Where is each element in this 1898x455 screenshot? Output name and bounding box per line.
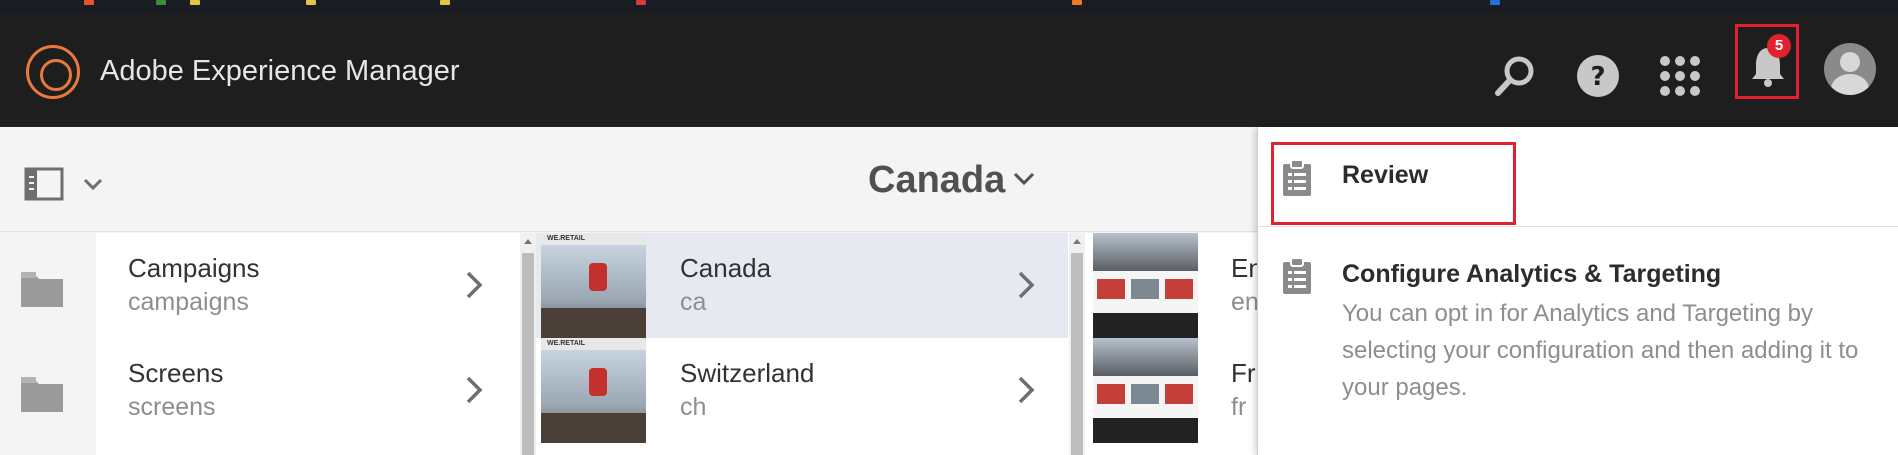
thumbnail-brand: WE.RETAIL [547, 340, 585, 347]
clipboard-icon [1283, 257, 1311, 294]
bookmark-favicon[interactable] [306, 0, 316, 5]
item-name: en [1231, 288, 1259, 316]
folder-icon [21, 377, 63, 412]
aem-logo-icon[interactable] [26, 45, 80, 99]
list-item-selected[interactable]: WE.RETAIL Canada ca [536, 233, 1068, 338]
notification-count-badge: 5 [1767, 34, 1791, 58]
shell-header: Adobe Experience Manager ? 5 [0, 13, 1898, 127]
column-scrollbar[interactable] [520, 233, 536, 455]
bookmark-favicon[interactable] [1072, 0, 1082, 5]
item-name: ca [680, 288, 707, 316]
bookmark-favicon[interactable] [190, 0, 200, 5]
clipboard-icon [1283, 159, 1311, 196]
svg-text:?: ? [1590, 62, 1605, 92]
column-scrollbar[interactable] [1069, 233, 1085, 455]
page-title[interactable]: Canada [868, 159, 1005, 202]
column-languages: En en Fr fr [1085, 233, 1285, 455]
item-title: Fr [1231, 358, 1256, 388]
item-name: fr [1231, 393, 1247, 421]
column-sites: WE.RETAIL Canada ca WE.RETAIL Switzerlan… [536, 233, 1068, 455]
item-name: campaigns [128, 288, 249, 316]
item-title: Switzerland [680, 358, 815, 388]
notification-title: Review [1342, 161, 1429, 189]
list-item[interactable]: En en [1085, 233, 1285, 338]
item-name: ch [680, 393, 707, 421]
page-thumbnail: WE.RETAIL [541, 233, 646, 338]
search-icon[interactable] [1492, 53, 1538, 99]
chevron-right-icon[interactable] [464, 269, 484, 301]
notifications-button[interactable]: 5 [1735, 24, 1799, 99]
app-title[interactable]: Adobe Experience Manager [100, 55, 460, 88]
bookmark-favicon[interactable] [84, 0, 94, 5]
list-item[interactable]: Campaigns campaigns [0, 233, 520, 338]
folder-icon [21, 272, 63, 307]
page-thumbnail: WE.RETAIL [541, 338, 646, 443]
item-title: Canada [680, 253, 772, 283]
item-name: screens [128, 393, 216, 421]
bookmark-bar [0, 0, 1898, 13]
user-avatar[interactable] [1824, 43, 1876, 95]
column-root: Campaigns campaigns Screens screens [0, 233, 520, 455]
bookmark-favicon[interactable] [1490, 0, 1500, 5]
chevron-down-icon[interactable] [82, 175, 104, 193]
item-title: Campaigns [128, 253, 260, 283]
help-icon[interactable]: ? [1575, 53, 1621, 99]
list-item[interactable]: Screens screens [0, 338, 520, 443]
list-item[interactable]: Fr fr [1085, 338, 1285, 443]
item-title: Screens [128, 358, 224, 388]
page-thumbnail [1093, 338, 1198, 443]
solutions-grid-icon[interactable] [1657, 53, 1703, 99]
notification-description: You can opt in for Analytics and Targeti… [1342, 300, 1859, 401]
notification-title: Configure Analytics & Targeting [1342, 260, 1722, 288]
notification-item-review[interactable]: Review [1258, 127, 1898, 226]
notifications-popover: Review Configure Analytics & Targeting Y… [1257, 127, 1898, 455]
bookmark-favicon[interactable] [156, 0, 166, 5]
rail-toggle-icon[interactable] [24, 167, 64, 201]
list-item[interactable]: WE.RETAIL Switzerland ch [536, 338, 1068, 443]
bookmark-favicon[interactable] [440, 0, 450, 5]
chevron-down-icon[interactable] [1012, 169, 1036, 189]
chevron-right-icon[interactable] [1016, 374, 1036, 406]
thumbnail-brand: WE.RETAIL [547, 235, 585, 242]
chevron-right-icon[interactable] [464, 374, 484, 406]
bookmark-favicon[interactable] [636, 0, 646, 5]
page-thumbnail [1093, 233, 1198, 338]
chevron-right-icon[interactable] [1016, 269, 1036, 301]
